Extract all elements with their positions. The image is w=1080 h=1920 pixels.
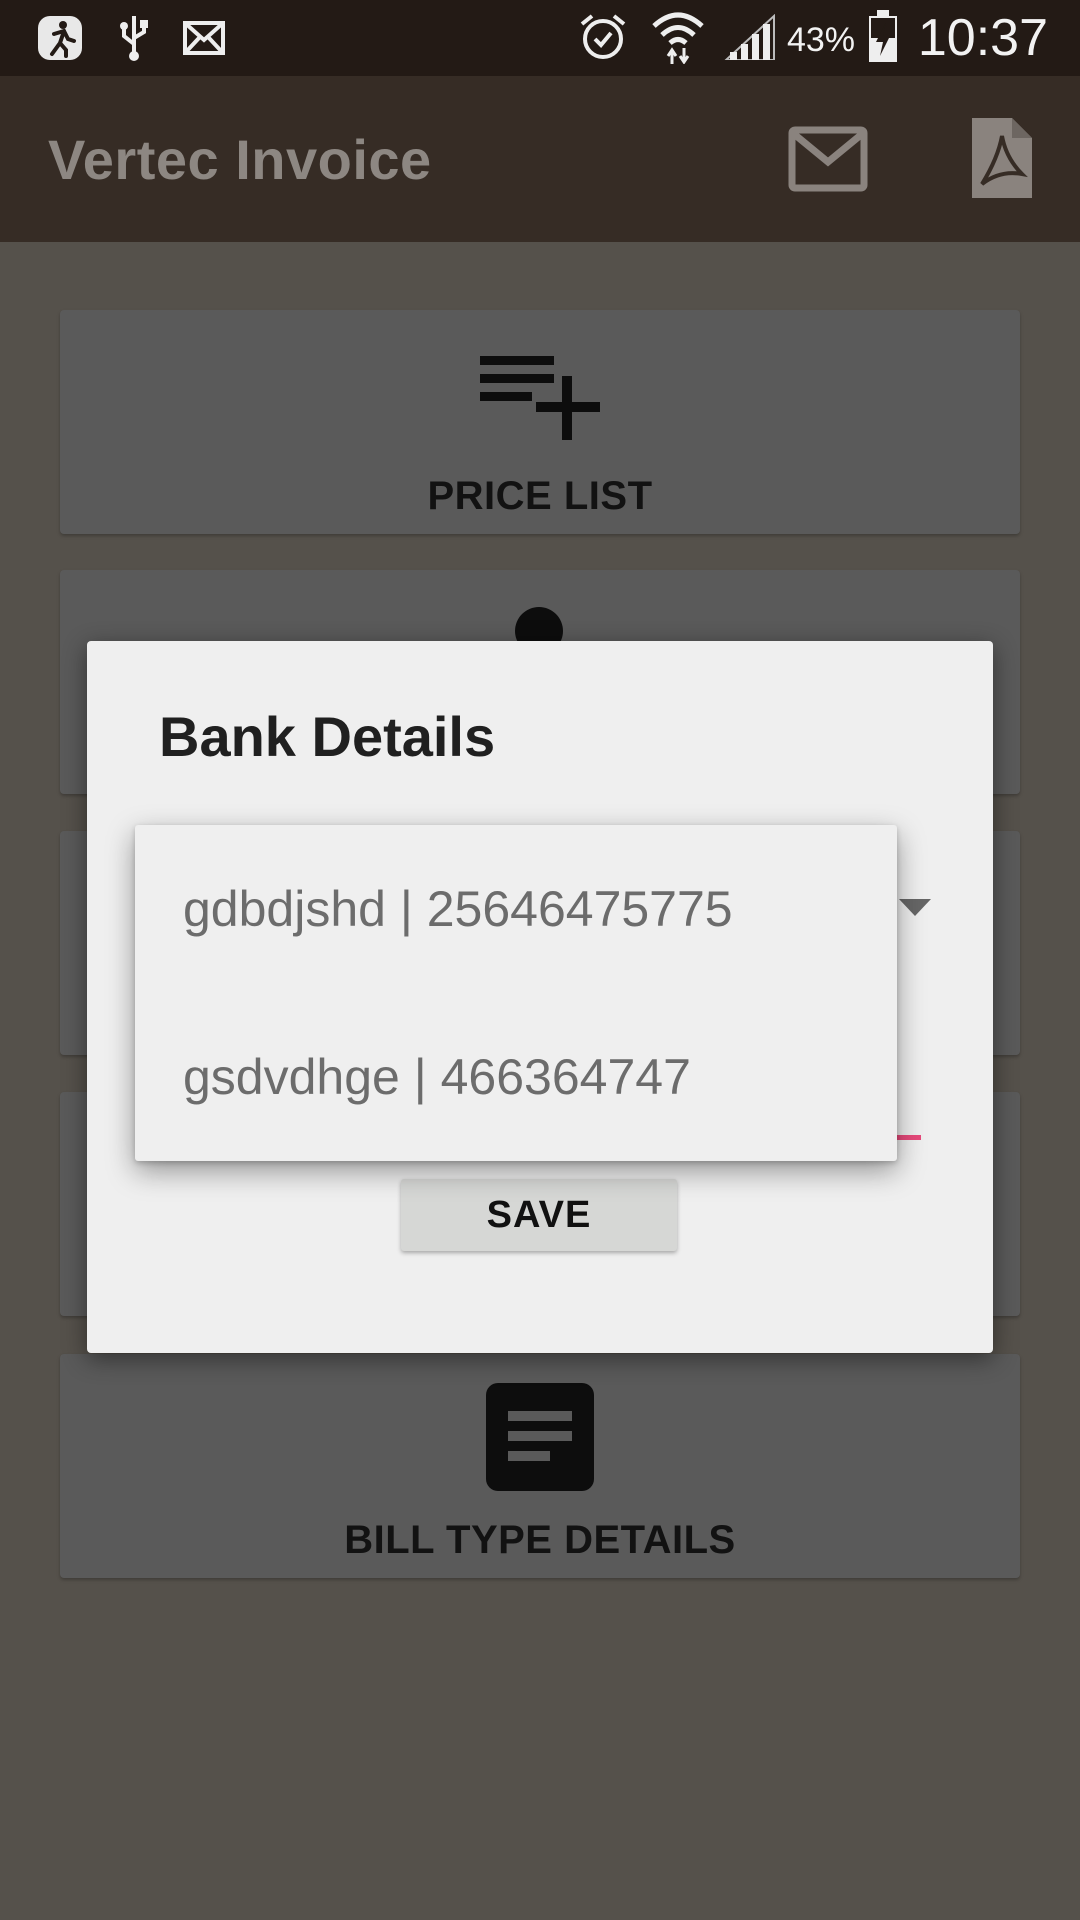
alarm-icon bbox=[580, 14, 626, 59]
dialog-title: Bank Details bbox=[159, 705, 496, 768]
description-icon bbox=[486, 1383, 594, 1491]
card-label: PRICE LIST bbox=[427, 474, 653, 518]
dropdown-option-label: gdbdjshd | 25646475775 bbox=[183, 881, 733, 937]
playlist-add-icon bbox=[480, 356, 600, 440]
pdf-icon[interactable] bbox=[968, 118, 1032, 198]
dropdown-option[interactable]: gsdvdhge | 466364747 bbox=[135, 993, 897, 1161]
battery-percent: 43% bbox=[786, 21, 855, 59]
bill-type-details-card[interactable]: BILL TYPE DETAILS bbox=[60, 1354, 1020, 1578]
email-icon[interactable] bbox=[788, 126, 868, 192]
wifi-icon bbox=[652, 12, 704, 64]
app-bar: Vertec Invoice bbox=[0, 76, 1080, 242]
dropdown-option[interactable]: gdbdjshd | 25646475775 bbox=[135, 825, 897, 993]
running-app-icon bbox=[38, 16, 82, 60]
card-label: BILL TYPE DETAILS bbox=[344, 1518, 736, 1562]
save-button[interactable]: SAVE bbox=[401, 1179, 677, 1251]
status-bar: 43% 10:37 bbox=[0, 0, 1080, 76]
mail-icon bbox=[183, 21, 225, 55]
bank-account-dropdown: gdbdjshd | 25646475775 gsdvdhge | 466364… bbox=[135, 825, 897, 1161]
clock: 10:37 bbox=[917, 9, 1048, 67]
price-list-card[interactable]: PRICE LIST bbox=[60, 310, 1020, 534]
signal-icon bbox=[724, 14, 775, 60]
battery-charging-icon bbox=[869, 10, 897, 62]
spinner-dropdown-arrow-icon[interactable] bbox=[899, 899, 931, 916]
usb-icon bbox=[120, 16, 148, 61]
dropdown-option-label: gsdvdhge | 466364747 bbox=[183, 1049, 691, 1105]
app-title: Vertec Invoice bbox=[48, 128, 432, 191]
